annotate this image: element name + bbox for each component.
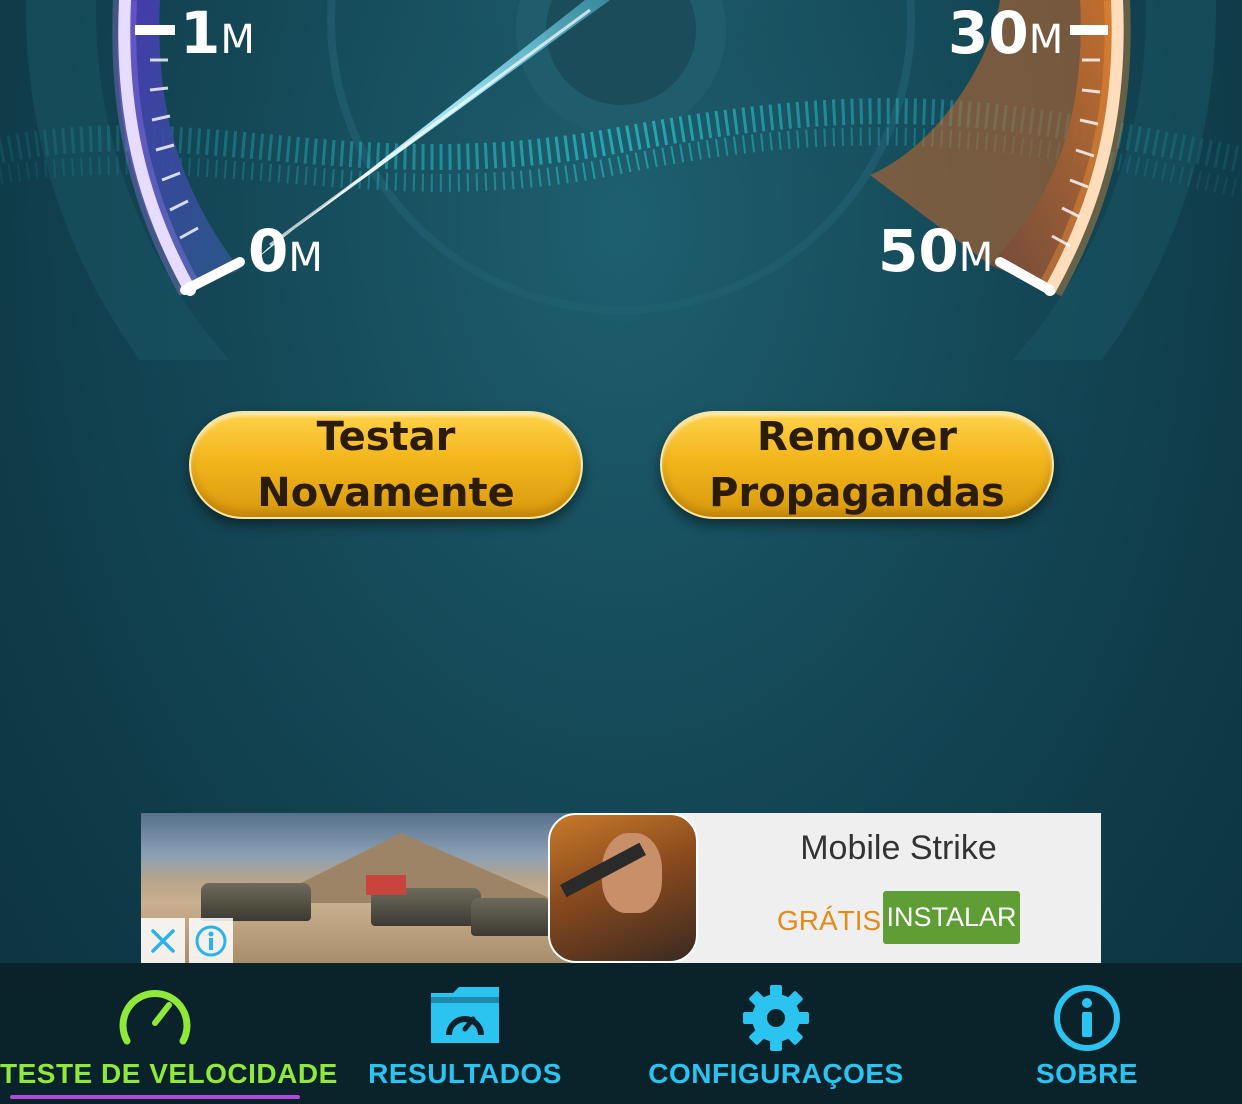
retest-button-line1: Testar bbox=[316, 414, 456, 460]
tab-speed-test-label: TESTE DE VELOCIDADE bbox=[0, 1058, 338, 1089]
speed-test-screen: 1M 0M 30M 50M Testar Novamente Remover P… bbox=[0, 0, 1242, 1104]
active-tab-indicator bbox=[10, 1095, 300, 1099]
gear-icon bbox=[743, 985, 809, 1051]
tab-about[interactable]: SOBRE bbox=[932, 963, 1242, 1104]
scale-label-0m: 0M bbox=[248, 217, 323, 285]
remove-ads-button[interactable]: Remover Propagandas bbox=[660, 411, 1054, 519]
scale-label-1m: 1M bbox=[180, 0, 255, 67]
ad-install-button[interactable]: INSTALAR bbox=[883, 891, 1020, 944]
info-icon[interactable] bbox=[189, 918, 233, 963]
bottom-tab-bar: TESTE DE VELOCIDADE RESULTADOS CONFIGURA… bbox=[0, 963, 1242, 1104]
tab-speed-test[interactable]: TESTE DE VELOCIDADE bbox=[0, 963, 338, 1104]
ad-app-icon[interactable] bbox=[548, 813, 698, 963]
scale-label-50m: 50M bbox=[878, 217, 994, 285]
remove-ads-button-line1: Remover bbox=[756, 414, 958, 460]
remove-ads-button-line2: Propagandas bbox=[709, 470, 1005, 516]
ad-title[interactable]: Mobile Strike bbox=[741, 829, 1056, 868]
info-icon bbox=[1054, 985, 1120, 1051]
tab-about-label: SOBRE bbox=[1035, 1058, 1139, 1089]
ad-banner[interactable]: Mobile Strike GRÁTIS INSTALAR bbox=[141, 813, 1101, 963]
close-icon[interactable] bbox=[141, 918, 185, 963]
ad-price: GRÁTIS bbox=[777, 905, 882, 936]
tab-results-label: RESULTADOS bbox=[368, 1058, 562, 1089]
results-folder-icon bbox=[431, 987, 499, 1043]
retest-button-line2: Novamente bbox=[257, 470, 515, 516]
tab-settings-label: CONFIGURAÇOES bbox=[648, 1058, 904, 1089]
speedometer-icon bbox=[119, 990, 191, 1045]
tab-results[interactable]: RESULTADOS bbox=[310, 963, 620, 1104]
tab-settings[interactable]: CONFIGURAÇOES bbox=[621, 963, 931, 1104]
retest-button[interactable]: Testar Novamente bbox=[189, 411, 583, 519]
scale-label-30m: 30M bbox=[948, 0, 1064, 67]
